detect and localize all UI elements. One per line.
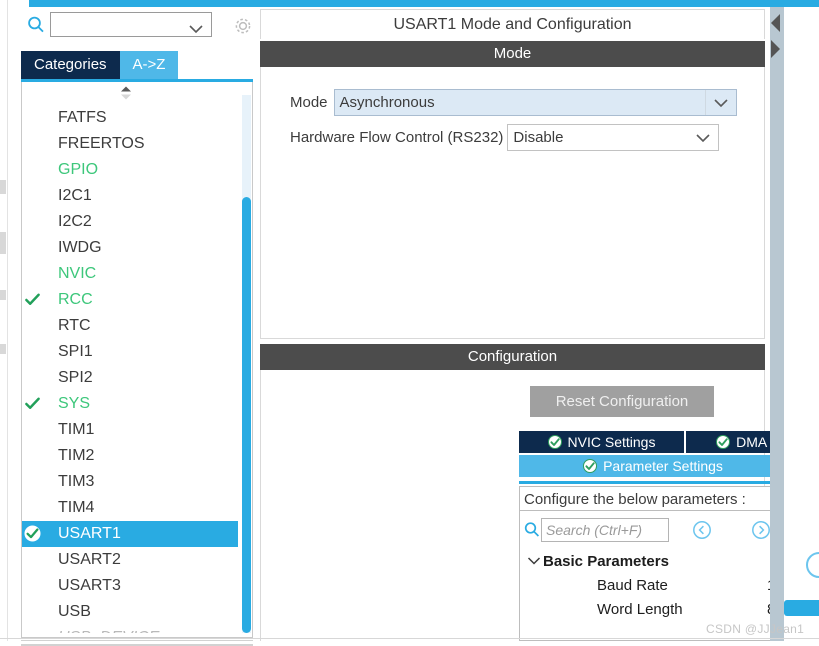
gear-icon[interactable] (232, 15, 254, 37)
sidebar-item-label: IWDG (58, 239, 102, 256)
sidebar-item-label: USB_DEVICE (42, 625, 159, 633)
category-tabs: Categories A->Z (21, 51, 179, 79)
sidebar-item-label: SPI2 (58, 369, 93, 386)
chevron-down-icon[interactable] (188, 21, 204, 38)
sidebar-item-spi1[interactable]: SPI1 (22, 339, 238, 365)
peripheral-search-input[interactable] (50, 12, 212, 37)
left-edge-artifact (0, 290, 6, 300)
sidebar-item-tim1[interactable]: TIM1 (22, 417, 238, 443)
tab-a-to-z[interactable]: A->Z (119, 51, 179, 79)
sidebar-item-label: USART1 (58, 525, 121, 542)
hardware-flow-control-value: Disable (513, 129, 564, 146)
sidebar-item-spi2[interactable]: SPI2 (22, 365, 238, 391)
tab-parameter-settings[interactable]: Parameter Settings (519, 455, 787, 477)
left-panel-accent-bar (29, 0, 255, 7)
tab-label: Parameter Settings (603, 458, 723, 474)
check-icon (24, 525, 41, 542)
search-icon (26, 15, 46, 35)
mode-field-label: Mode (290, 94, 328, 111)
sidebar-item-label: I2C2 (58, 213, 92, 230)
sidebar-item-label: TIM1 (58, 421, 95, 438)
sidebar-item-i2c1[interactable]: I2C1 (22, 183, 238, 209)
sidebar-item-label: TIM4 (58, 499, 95, 516)
chevron-down-icon[interactable] (525, 552, 543, 570)
left-edge-artifact (0, 344, 6, 354)
hardware-flow-control-label: Hardware Flow Control (RS232) (290, 129, 504, 146)
accent-pill (784, 600, 819, 616)
sidebar-item-usart3[interactable]: USART3 (22, 573, 238, 599)
page-title: USART1 Mode and Configuration (260, 9, 765, 39)
sidebar-item-iwdg[interactable]: IWDG (22, 235, 238, 261)
watermark: CSDN @JJJean1 (706, 622, 805, 636)
bottom-divider (0, 638, 819, 639)
sidebar-item-rcc[interactable]: RCC (22, 287, 238, 313)
check-icon (24, 291, 41, 308)
hardware-flow-control-field-row: Hardware Flow Control (RS232) Disable (290, 124, 720, 151)
configuration-section-header: Configuration (260, 344, 765, 370)
sidebar-item-i2c2[interactable]: I2C2 (22, 209, 238, 235)
check-icon (24, 395, 41, 412)
parameter-name: Word Length (597, 600, 683, 618)
tab-label: NVIC Settings (567, 434, 656, 450)
sidebar-item-label: RCC (58, 291, 93, 308)
sidebar-item-usb_device[interactable]: USB_DEVICE (22, 625, 238, 633)
sidebar-item-label: GPIO (58, 161, 99, 178)
peripheral-list-scrollbar-thumb[interactable] (242, 197, 251, 633)
peripherals-panel: Categories A->Z FATFS FREERTOS GPIO I2C1 I2C… (8, 7, 255, 646)
sidebar-item-tim4[interactable]: TIM4 (22, 495, 238, 521)
sidebar-item-label: SPI1 (58, 343, 93, 360)
tab-categories[interactable]: Categories (21, 51, 120, 79)
mode-section-header: Mode (260, 41, 765, 67)
sidebar-item-gpio[interactable]: GPIO (22, 157, 238, 183)
triangle-right-icon[interactable] (771, 40, 780, 58)
hardware-flow-control-select[interactable]: Disable (507, 124, 720, 151)
sidebar-item-label: NVIC (58, 265, 97, 282)
sidebar-item-label: USART2 (58, 551, 121, 568)
sidebar-item-usart2[interactable]: USART2 (22, 547, 238, 573)
sidebar-item-sys[interactable]: SYS (22, 391, 238, 417)
search-icon (523, 521, 541, 539)
left-edge-artifact (0, 180, 6, 194)
sidebar-item-tim3[interactable]: TIM3 (22, 469, 238, 495)
parameter-search-input[interactable]: Search (Ctrl+F) (541, 518, 669, 542)
mode-field-row: Mode Asynchronous (290, 89, 737, 116)
sidebar-item-rtc[interactable]: RTC (22, 313, 238, 339)
chevron-down-icon[interactable] (688, 125, 718, 150)
tab-nvic-settings[interactable]: NVIC Settings (519, 431, 686, 453)
sidebar-item-label: I2C1 (58, 187, 92, 204)
peripheral-list[interactable]: FATFS FREERTOS GPIO I2C1 I2C2 IWDG NVIC RCC RTC S… (22, 105, 238, 633)
left-edge-artifact (0, 232, 6, 254)
sidebar-item-fatfs[interactable]: FATFS (22, 105, 238, 131)
sidebar-item-usb[interactable]: USB (22, 599, 238, 625)
sidebar-item-label: SYS (58, 395, 91, 412)
sidebar-item-nvic[interactable]: NVIC (22, 261, 238, 287)
triangle-left-icon[interactable] (771, 14, 780, 32)
outer-right-strip (784, 7, 819, 644)
sidebar-item-label: TIM3 (58, 473, 95, 490)
sidebar-item-label: FATFS (58, 109, 107, 126)
sidebar-item-label: RTC (58, 317, 91, 334)
sidebar-item-freertos[interactable]: FREERTOS (22, 131, 238, 157)
chevron-down-icon[interactable] (704, 90, 736, 115)
sidebar-item-label: USART3 (58, 577, 121, 594)
sidebar-item-label: TIM2 (58, 447, 95, 464)
panel-splitter[interactable] (770, 7, 784, 644)
configuration-panel: USART1 Mode and Configuration Mode Mode … (255, 7, 819, 644)
parameter-name: Baud Rate (597, 576, 668, 594)
mode-select-value: Asynchronous (339, 94, 435, 111)
peripheral-search-row (20, 10, 255, 42)
sidebar-item-tim2[interactable]: TIM2 (22, 443, 238, 469)
reset-configuration-button[interactable]: Reset Configuration (530, 386, 714, 417)
sidebar-item-label: FREERTOS (58, 135, 145, 152)
circle-left-arrow-icon[interactable] (691, 519, 713, 541)
sidebar-item-label: USB (58, 603, 91, 620)
mode-select[interactable]: Asynchronous (333, 89, 737, 116)
tree-group-label: Basic Parameters (543, 552, 669, 570)
parameter-search-row: Search (Ctrl+F) (523, 517, 772, 543)
right-panel-accent-bar (255, 0, 819, 7)
sort-updown-icon[interactable] (118, 85, 134, 101)
circle-right-arrow-icon[interactable] (750, 519, 772, 541)
sidebar-item-usart1[interactable]: USART1 (22, 521, 238, 547)
